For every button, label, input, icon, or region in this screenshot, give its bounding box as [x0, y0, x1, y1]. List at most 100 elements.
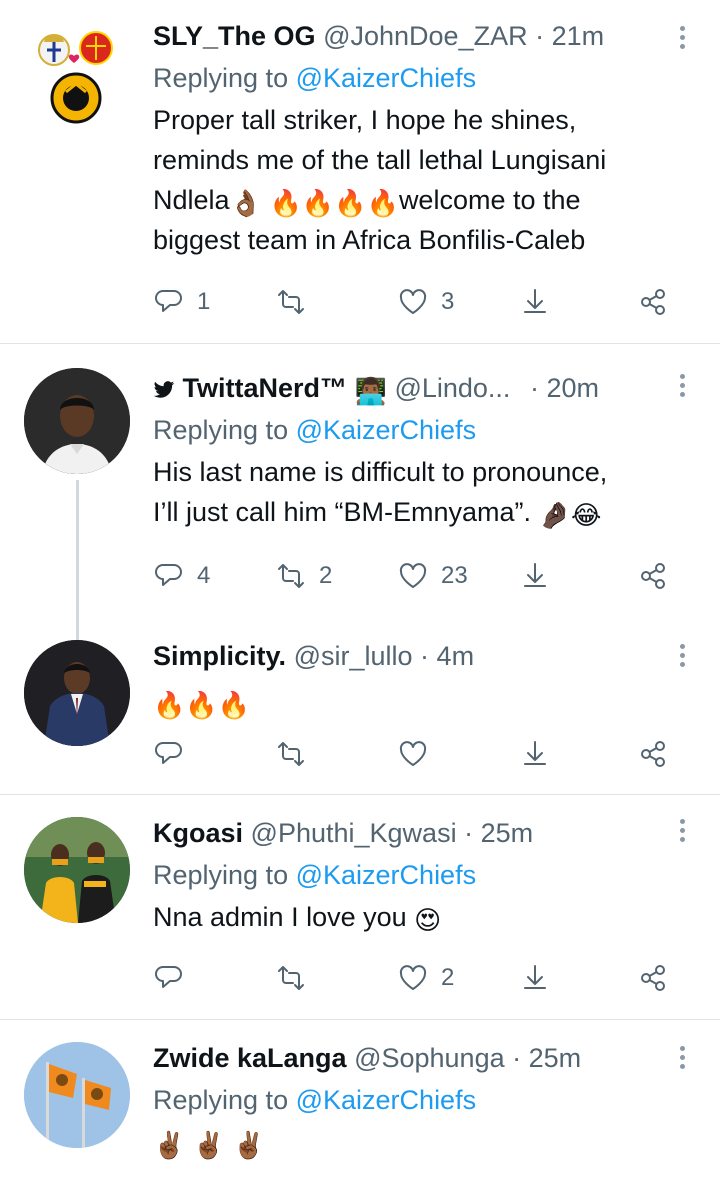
avatar[interactable]: [24, 20, 130, 126]
more-options-icon[interactable]: [680, 644, 686, 671]
download-button[interactable]: [519, 556, 551, 596]
replying-prefix: Replying to: [153, 1085, 289, 1115]
replying-to: Replying to @KaizerChiefs: [153, 412, 660, 448]
mention-link[interactable]: @KaizerChiefs: [296, 860, 476, 890]
reply-button[interactable]: [153, 958, 197, 998]
tweet-header: TwittaNerd™ 👨🏾‍💻 @Lindo... · 20m: [153, 370, 660, 406]
reply-button[interactable]: [153, 734, 197, 774]
share-button[interactable]: [637, 282, 669, 322]
avatar[interactable]: [24, 817, 130, 923]
separator: ·: [512, 1043, 522, 1073]
share-icon: [641, 289, 665, 315]
text-line: His last name is difficult to pronounce,: [153, 457, 608, 487]
heart-icon: [399, 965, 427, 990]
reply-icon: [155, 290, 182, 312]
victory-hand-emoji: ✌🏾: [232, 1130, 266, 1160]
avatar[interactable]: [24, 368, 130, 474]
download-button[interactable]: [519, 282, 551, 322]
action-bar: 2: [153, 958, 683, 998]
text-line: Ndlela👌🏾 🔥🔥🔥🔥welcome to the: [153, 180, 660, 220]
retweet-button[interactable]: [275, 282, 319, 322]
tweet-3[interactable]: Simplicity. @sir_lullo · 4m 🔥🔥🔥: [0, 624, 720, 794]
replying-prefix: Replying to: [153, 415, 289, 445]
like-button[interactable]: [397, 734, 441, 774]
tweet-1[interactable]: SLY_The OG @JohnDoe_ZAR · 21m Replying t…: [0, 0, 720, 343]
mention-link[interactable]: @KaizerChiefs: [296, 415, 476, 445]
tweet-4[interactable]: Kgoasi @Phuthi_Kgwasi · 25m Replying to …: [0, 795, 720, 1019]
avatar[interactable]: [24, 1042, 130, 1148]
retweet-button[interactable]: [275, 958, 319, 998]
replying-to: Replying to @KaizerChiefs: [153, 60, 660, 96]
timestamp[interactable]: 4m: [437, 641, 475, 671]
download-icon: [524, 741, 546, 765]
avatar[interactable]: [24, 640, 130, 746]
user-handle[interactable]: @Phuthi_Kgwasi: [251, 818, 457, 848]
retweet-icon: [278, 742, 304, 766]
fire-emoji: 🔥: [334, 188, 367, 218]
user-handle[interactable]: @JohnDoe_ZAR: [323, 21, 528, 51]
separator: ·: [464, 818, 474, 848]
share-icon: [641, 563, 665, 589]
fire-emoji: 🔥: [153, 690, 186, 720]
more-options-icon[interactable]: [680, 819, 686, 846]
like-button[interactable]: 3: [397, 282, 454, 322]
fire-emoji: 🔥: [269, 188, 302, 218]
reply-icon: [155, 564, 182, 586]
user-handle[interactable]: @Sophunga: [354, 1043, 505, 1073]
like-count: 3: [441, 288, 455, 315]
timestamp[interactable]: 25m: [481, 818, 534, 848]
separator: ·: [535, 21, 545, 51]
download-icon: [524, 289, 546, 313]
display-name[interactable]: Zwide kaLanga: [153, 1043, 347, 1073]
action-bar: 1 3: [153, 282, 683, 322]
mention-link[interactable]: @KaizerChiefs: [296, 63, 476, 93]
download-icon: [524, 563, 546, 587]
tweet-header: Kgoasi @Phuthi_Kgwasi · 25m: [153, 815, 660, 851]
timestamp[interactable]: 21m: [552, 21, 605, 51]
display-name[interactable]: TwittaNerd™: [183, 373, 348, 403]
reply-icon: [155, 742, 182, 764]
more-options-icon[interactable]: [680, 26, 686, 53]
display-name[interactable]: Kgoasi: [153, 818, 243, 848]
mention-link[interactable]: @KaizerChiefs: [296, 1085, 476, 1115]
user-handle[interactable]: @Lindo...: [394, 373, 510, 403]
pinched-fingers-emoji: 🤌🏿: [538, 500, 571, 530]
tweet-header: Zwide kaLanga @Sophunga · 25m: [153, 1040, 660, 1076]
separator: ·: [529, 373, 539, 403]
timestamp[interactable]: 25m: [529, 1043, 582, 1073]
tweet-text: Proper tall striker, I hope he shines, r…: [153, 100, 660, 260]
twitter-bird-icon: [153, 381, 175, 398]
reply-button[interactable]: 1: [153, 282, 210, 322]
text-line: reminds me of the tall lethal Lungisani: [153, 145, 607, 175]
download-button[interactable]: [519, 734, 551, 774]
action-bar: 4 2 23: [153, 556, 683, 596]
more-options-icon[interactable]: [680, 374, 686, 401]
timestamp[interactable]: 20m: [546, 373, 599, 403]
technologist-emoji: 👨🏾‍💻: [354, 376, 387, 406]
tweet-5[interactable]: Zwide kaLanga @Sophunga · 25m Replying t…: [0, 1020, 720, 1177]
reply-count: 4: [197, 562, 211, 589]
like-button[interactable]: 23: [397, 556, 468, 596]
heart-icon: [399, 289, 427, 314]
like-count: 23: [441, 562, 468, 589]
profile-photo: [24, 640, 130, 746]
share-button[interactable]: [637, 734, 669, 774]
download-button[interactable]: [519, 958, 551, 998]
retweet-icon: [278, 564, 304, 588]
tweet-2[interactable]: TwittaNerd™ 👨🏾‍💻 @Lindo... · 20m Replyin…: [0, 344, 720, 640]
reply-button[interactable]: 4: [153, 556, 210, 596]
fire-emoji: 🔥: [185, 690, 218, 720]
display-name[interactable]: SLY_The OG: [153, 21, 316, 51]
share-button[interactable]: [637, 958, 669, 998]
retweet-button[interactable]: 2: [275, 556, 332, 596]
user-handle[interactable]: @sir_lullo: [294, 641, 413, 671]
more-options-icon[interactable]: [680, 1046, 686, 1073]
ok-hand-emoji: 👌🏾: [229, 188, 262, 218]
action-bar: [153, 734, 683, 774]
share-icon: [641, 965, 665, 991]
share-button[interactable]: [637, 556, 669, 596]
reply-icon: [155, 966, 182, 988]
display-name[interactable]: Simplicity.: [153, 641, 286, 671]
retweet-button[interactable]: [275, 734, 319, 774]
like-button[interactable]: 2: [397, 958, 454, 998]
